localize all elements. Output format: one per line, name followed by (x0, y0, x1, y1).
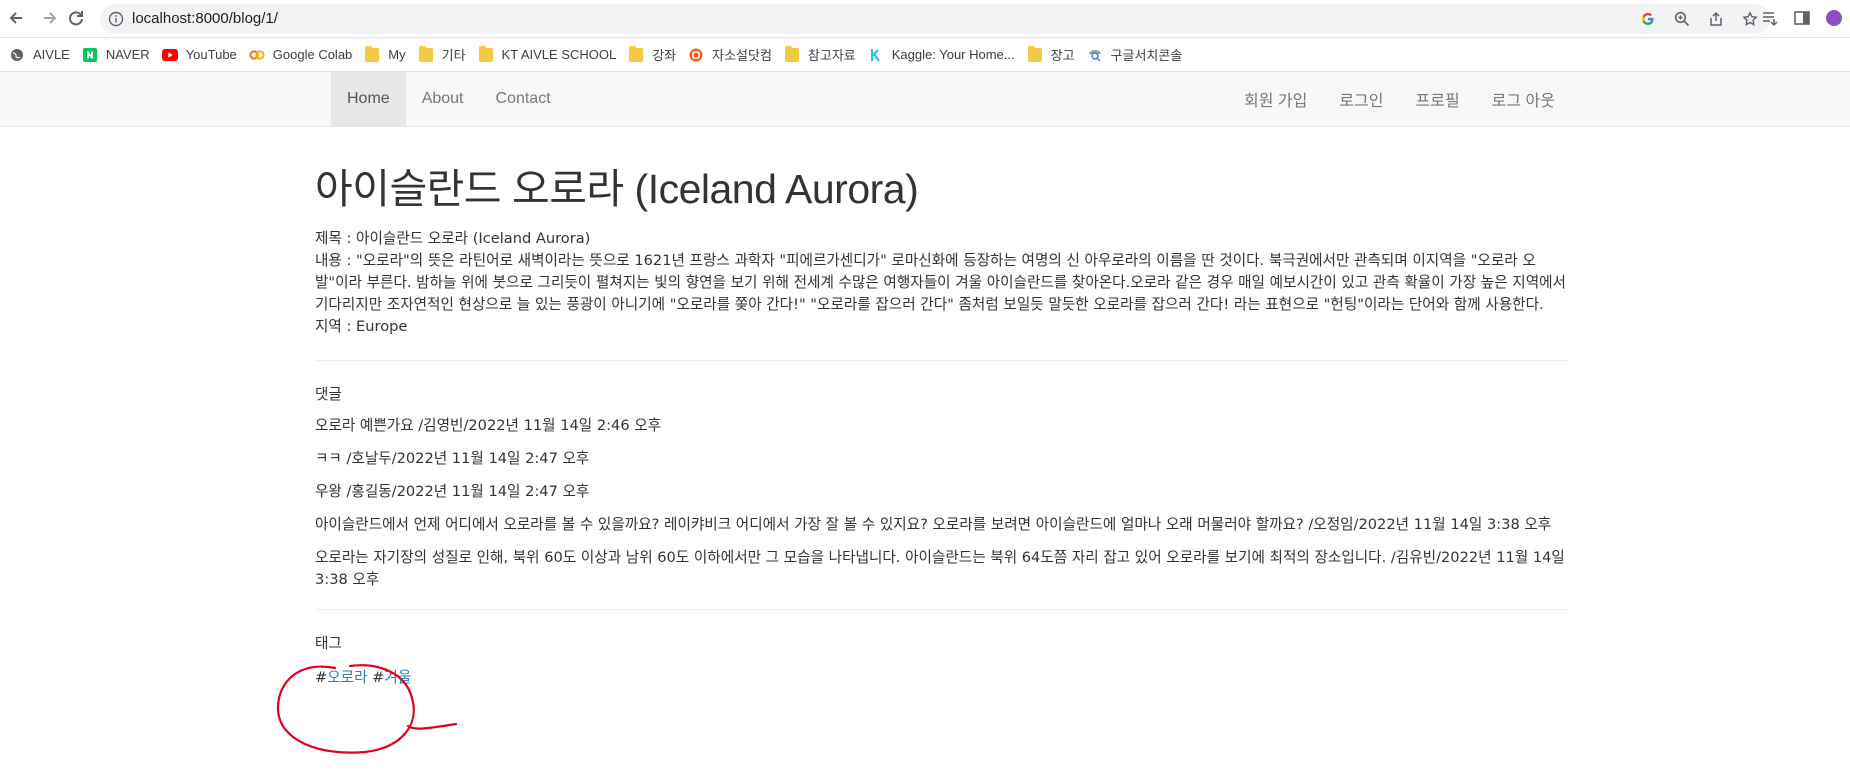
bookmark-folder-etc[interactable]: 기타 (415, 41, 475, 69)
search-console-icon (1087, 47, 1103, 63)
post-meta-region: 지역 : Europe (315, 318, 408, 336)
globe-icon (9, 47, 25, 63)
nav-link-profile[interactable]: 프로필 (1400, 72, 1476, 126)
nav-link-about[interactable]: About (406, 72, 480, 126)
url-text[interactable]: localhost:8000/blog/1/ (132, 10, 278, 27)
bookmark-folder-lectures[interactable]: 강좌 (625, 41, 685, 69)
folder-icon (364, 45, 380, 63)
blog-post-content: 아이슬란드 오로라 (Iceland Aurora) 제목 : 아이슬란드 오로… (315, 127, 1569, 687)
profile-avatar-icon[interactable] (1824, 8, 1844, 28)
nav-left-links: Home About Contact (331, 72, 567, 126)
tag-hash: # (372, 669, 385, 687)
bookmark-folder-my[interactable]: My (361, 41, 414, 69)
nav-link-home[interactable]: Home (331, 72, 406, 126)
jasoseol-icon (688, 47, 704, 63)
nav-link-contact[interactable]: Contact (480, 72, 567, 126)
comment-item: 오로라 예쁜가요 /김영빈/2022년 11월 14일 2:46 오후 (315, 417, 662, 435)
folder-icon (478, 45, 494, 63)
folder-icon (784, 45, 800, 63)
bookmark-label: Kaggle: Your Home... (891, 47, 1015, 62)
post-meta-title: 제목 : 아이슬란드 오로라 (Iceland Aurora) (315, 230, 591, 248)
google-translate-icon[interactable] (1638, 9, 1658, 29)
back-arrow-icon[interactable] (2, 4, 30, 32)
bookmark-label: KT AIVLE SCHOOL (501, 47, 617, 62)
nav-link-login[interactable]: 로그인 (1323, 72, 1399, 126)
bookmark-kaggle[interactable]: Kaggle: Your Home... (865, 41, 1024, 69)
comment-item: ㅋㅋ /호날두/2022년 11월 14일 2:47 오후 (315, 450, 590, 468)
kaggle-icon (868, 47, 884, 63)
bookmarks-bar: AIVLE NAVER YouTube Google Colab My 기타 K… (0, 38, 1850, 72)
browser-toolbar: localhost:8000/blog/1/ (0, 0, 1850, 38)
naver-icon (82, 47, 98, 63)
divider (315, 360, 1569, 362)
bookmark-star-icon[interactable] (1740, 9, 1760, 29)
side-panel-icon[interactable] (1792, 8, 1812, 28)
bookmark-folder-kt-aivle-school[interactable]: KT AIVLE SCHOOL (475, 41, 626, 69)
bookmark-youtube[interactable]: YouTube (159, 41, 246, 69)
youtube-icon (161, 47, 178, 63)
bookmark-naver[interactable]: NAVER (79, 41, 159, 69)
comment-item: 우왕 /홍길동/2022년 11월 14일 2:47 오후 (315, 483, 590, 501)
bookmark-folder-django[interactable]: 장고 (1024, 41, 1084, 69)
reading-list-icon[interactable] (1760, 8, 1780, 28)
site-info-icon[interactable] (108, 11, 124, 27)
tags-heading: 태그 (315, 635, 342, 653)
tag-link-winter[interactable]: 겨울 (384, 669, 411, 686)
tag-hash: # (315, 669, 328, 687)
colab-icon (249, 47, 265, 63)
bookmark-folder-references[interactable]: 참고자료 (781, 41, 865, 69)
bookmark-search-console[interactable]: 구글서치콘솔 (1084, 41, 1192, 69)
folder-icon (1027, 45, 1043, 63)
tag-list: #오로라 #겨울 (315, 666, 1569, 687)
bookmark-label: 강좌 (652, 48, 677, 63)
tag-link-aurora[interactable]: 오로라 (327, 669, 367, 686)
bookmark-label: AIVLE (33, 47, 70, 62)
reload-icon[interactable] (62, 4, 90, 32)
bookmark-label: NAVER (105, 47, 150, 62)
bookmark-google-colab[interactable]: Google Colab (246, 41, 362, 69)
bookmark-label: 기타 (441, 48, 466, 63)
folder-icon (628, 45, 644, 63)
forward-arrow-icon[interactable] (36, 4, 64, 32)
bookmark-aivle[interactable]: AIVLE (6, 41, 79, 69)
bookmark-jasoseol[interactable]: 자소설닷컴 (685, 41, 781, 69)
nav-link-logout[interactable]: 로그 아웃 (1476, 72, 1571, 126)
comment-item: 아이슬란드에서 언제 어디에서 오로라를 볼 수 있을까요? 레이캬비크 어디에… (315, 516, 1552, 534)
bookmark-label: 장고 (1050, 48, 1075, 63)
bookmark-label: 참고자료 (807, 48, 856, 63)
comments-heading: 댓글 (315, 386, 342, 404)
nav-link-signup[interactable]: 회원 가입 (1228, 72, 1323, 126)
post-title: 아이슬란드 오로라 (Iceland Aurora) (315, 166, 919, 212)
folder-icon (418, 45, 434, 63)
nav-right-links: 회원 가입 로그인 프로필 로그 아웃 (1228, 72, 1571, 126)
bookmark-label: YouTube (185, 47, 237, 62)
share-icon[interactable] (1706, 9, 1726, 29)
bookmark-label: My (388, 47, 406, 62)
divider (315, 609, 1569, 611)
site-navbar: Home About Contact 회원 가입 로그인 프로필 로그 아웃 (0, 72, 1850, 127)
bookmark-label: Google Colab (272, 47, 353, 62)
zoom-icon[interactable] (1672, 9, 1692, 29)
post-meta-body: 내용 : "오로라"의 뜻은 라틴어로 새벽이라는 뜻으로 1621년 프랑스 … (315, 252, 1566, 314)
comment-item: 오로라는 자기장의 성질로 인해, 북위 60도 이상과 남위 60도 이하에서… (315, 549, 1565, 589)
bookmark-label: 자소설닷컴 (712, 48, 772, 63)
address-bar[interactable]: localhost:8000/blog/1/ (100, 4, 1770, 34)
bookmark-label: 구글서치콘솔 (1110, 48, 1183, 63)
